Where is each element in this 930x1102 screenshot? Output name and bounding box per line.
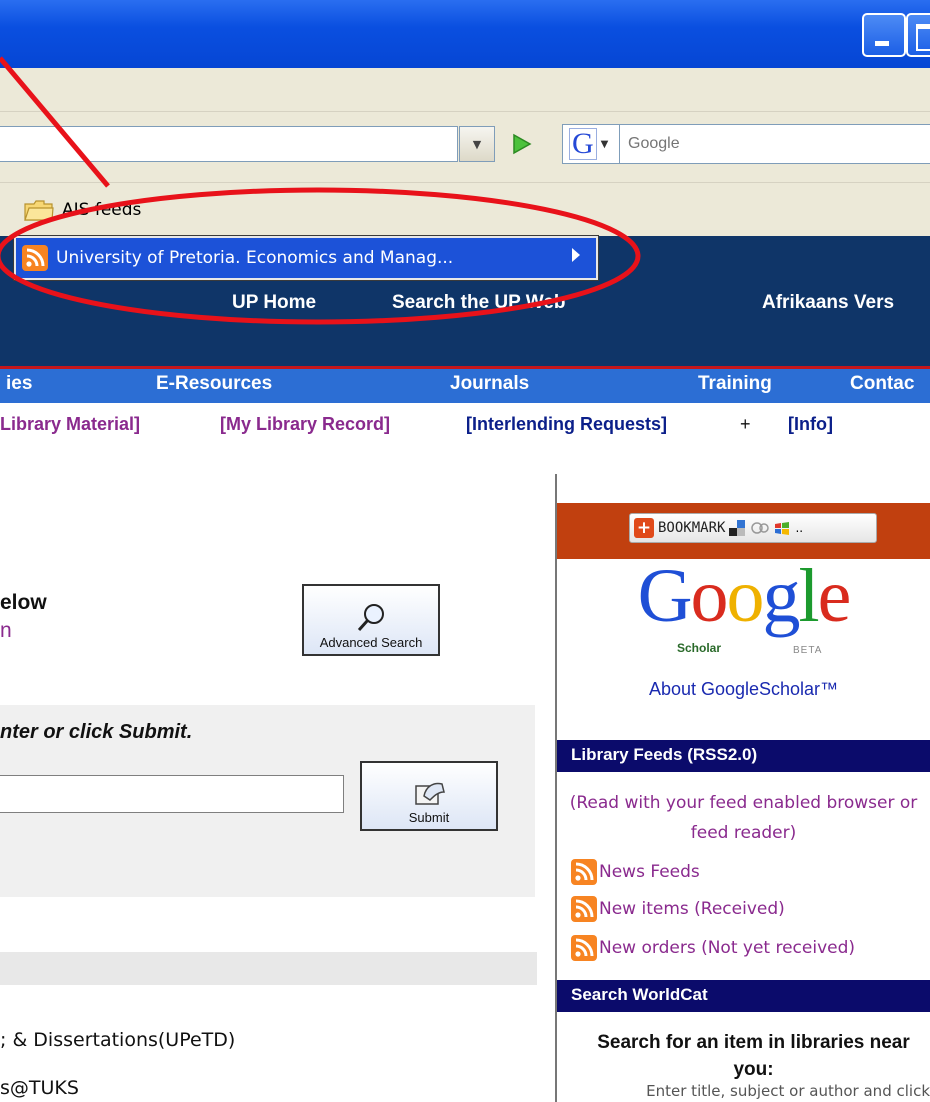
address-dropdown-button[interactable]: ▼: [459, 126, 495, 162]
search-worldcat-header: Search WorldCat: [557, 980, 930, 1012]
advanced-search-label: Advanced Search: [319, 635, 423, 650]
popup-feed-item[interactable]: University of Pretoria. Economics and Ma…: [22, 242, 453, 274]
beta-label: BETA: [793, 645, 823, 656]
plus-separator: +: [740, 414, 751, 434]
bookmark-folder-ais-feeds[interactable]: AIS feeds: [24, 197, 141, 223]
main-column: elow n Advanced Search nter or click Sub…: [0, 449, 545, 1102]
go-button[interactable]: [500, 126, 542, 162]
scholar-label: Scholar: [677, 641, 722, 655]
search-engine-button[interactable]: G ▼: [562, 124, 620, 164]
window-title-bar: [0, 0, 930, 68]
search-panel: nter or click Submit. Submit: [0, 705, 535, 897]
rss-icon: [571, 859, 597, 885]
popup-feed-label: University of Pretoria. Economics and Ma…: [56, 248, 454, 268]
sub-navigation: Library Material] [My Library Record] [I…: [0, 403, 930, 449]
news-feeds-link[interactable]: News Feeds: [571, 859, 700, 885]
feeds-note: (Read with your feed enabled browser or …: [569, 793, 918, 843]
bookmark-plus-icon: +: [634, 518, 654, 538]
submit-button[interactable]: Submit: [360, 761, 498, 831]
web-page: UP Home Search the UP Web Afrikaans Vers…: [0, 236, 930, 1102]
search-prompt-text: elow: [0, 591, 47, 614]
address-input[interactable]: [0, 126, 458, 162]
search-up-web-link[interactable]: Search the UP Web: [392, 292, 566, 314]
info-link[interactable]: [Info]: [788, 414, 833, 435]
bookmark-folder-label: AIS feeds: [62, 200, 142, 220]
digg-icon: [751, 522, 770, 534]
bookmark-strip: + BOOKMARK ..: [557, 503, 930, 559]
advanced-search-button[interactable]: Advanced Search: [302, 584, 440, 656]
worldcat-heading: Search for an item in libraries near you…: [597, 1032, 910, 1080]
google-g-icon: G: [569, 128, 597, 160]
new-orders-feed-link[interactable]: New orders (Not yet received): [571, 935, 855, 961]
library-feeds-header: Library Feeds (RSS2.0): [557, 740, 930, 772]
submenu-arrow-icon: [572, 248, 580, 262]
bookmark-button[interactable]: + BOOKMARK ..: [629, 513, 877, 543]
catalogue-search-input[interactable]: [0, 775, 344, 813]
windows-live-icon: [775, 522, 790, 535]
rss-icon: [571, 935, 597, 961]
main-navigation: ies E-Resources Journals Training Contac: [0, 369, 930, 403]
navigation-toolbar: ▼ G ▼: [0, 112, 930, 182]
rss-icon: [571, 896, 597, 922]
library-material-link[interactable]: Library Material]: [0, 414, 140, 435]
chevron-down-icon: ▼: [600, 138, 609, 150]
google-scholar-logo: Google: [637, 554, 852, 638]
folder-icon: [24, 200, 54, 221]
nav-item-e-resources[interactable]: E-Resources: [156, 373, 272, 395]
tuks-link[interactable]: s@TUKS: [0, 1077, 79, 1099]
more-services-ellipsis: ..: [795, 521, 804, 535]
bookmarks-toolbar: AIS feeds: [0, 182, 930, 236]
maximize-button[interactable]: [906, 13, 930, 57]
nav-item-libraries[interactable]: ies: [6, 373, 32, 395]
nav-item-journals[interactable]: Journals: [450, 373, 529, 395]
upetd-link[interactable]: ; & Dissertations(UPeTD): [0, 1029, 235, 1051]
search-magnifier-icon: [357, 604, 384, 632]
nav-item-contact[interactable]: Contac: [850, 373, 914, 395]
rss-icon: [22, 245, 48, 271]
section-bar: [0, 952, 537, 985]
go-arrow-icon: [513, 133, 532, 155]
menu-bar: [0, 68, 930, 112]
afrikaans-version-link[interactable]: Afrikaans Vers: [762, 292, 894, 314]
right-sidebar: + BOOKMARK .. Google Scholar BETA About …: [557, 503, 930, 1102]
submit-label: Submit: [408, 810, 450, 825]
interlending-requests-link[interactable]: [Interlending Requests]: [466, 414, 667, 435]
worldcat-hint: Enter title, subject or author and click: [646, 1082, 930, 1100]
my-library-record-link[interactable]: [My Library Record]: [220, 414, 390, 435]
chevron-down-icon: ▼: [472, 137, 482, 151]
search-help-link[interactable]: n: [0, 619, 12, 643]
search-instruction: nter or click Submit.: [0, 721, 193, 743]
submit-hand-icon: [415, 782, 445, 805]
about-google-scholar-link[interactable]: About GoogleScholar™: [557, 679, 930, 700]
bookmark-label: BOOKMARK: [658, 520, 726, 536]
nav-item-training[interactable]: Training: [698, 373, 772, 395]
live-bookmark-popup: University of Pretoria. Economics and Ma…: [14, 236, 598, 280]
new-items-feed-link[interactable]: New items (Received): [571, 896, 785, 922]
up-home-link[interactable]: UP Home: [232, 292, 316, 314]
search-input[interactable]: [620, 124, 930, 164]
minimize-button[interactable]: [862, 13, 906, 57]
delicious-icon: [729, 520, 746, 536]
